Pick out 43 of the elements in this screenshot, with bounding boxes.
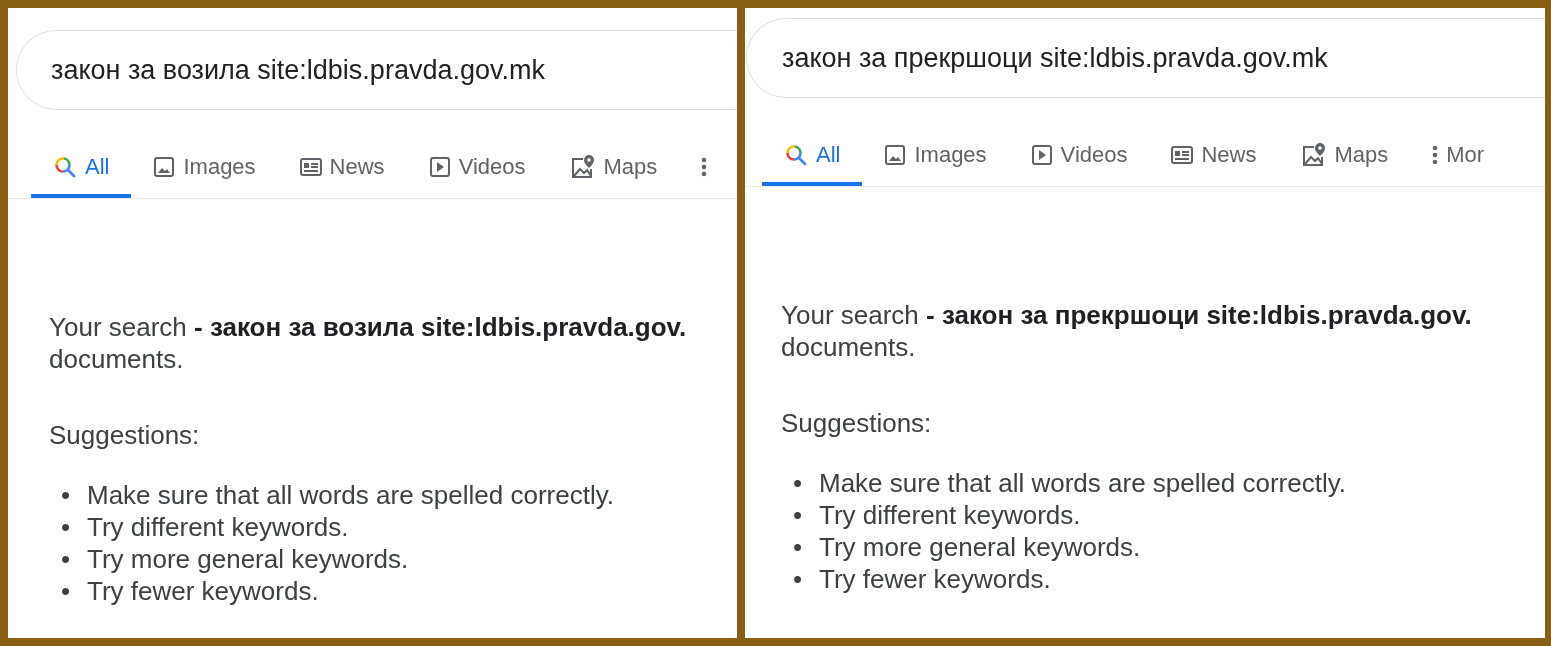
search-icon [53, 155, 77, 179]
more-icon [701, 156, 708, 178]
suggestion: Try more general keywords. [819, 531, 1141, 563]
image-icon [153, 156, 176, 178]
tab[interactable]: Maps [1278, 128, 1411, 186]
suggestion: Make sure that all words are spelled correctly. [87, 479, 614, 511]
tab[interactable]: Mor [1410, 128, 1507, 186]
play-icon [428, 156, 451, 178]
suggestion: Try more general keywords. [87, 543, 409, 575]
newspaper-icon [299, 157, 322, 177]
tab[interactable]: All [762, 128, 863, 186]
search-icon [784, 143, 808, 167]
no-results-message: Your search - закон за возила site:ldbis.pravda.gov. documents. [49, 311, 688, 375]
suggestion: Try different keywords. [87, 511, 349, 543]
bullet: • [793, 563, 804, 595]
suggestion: Try fewer keywords. [819, 563, 1051, 595]
image-icon [884, 144, 907, 166]
bullet: • [793, 467, 804, 499]
suggestions-heading: Suggestions: [781, 407, 933, 439]
no-results-message: Your search - закон за прекршоци site:ldbis.pravda.gov. documents. [781, 299, 1473, 363]
map-pin-icon [1300, 142, 1327, 168]
tab[interactable]: Images [131, 140, 278, 198]
tab[interactable]: Videos [1008, 128, 1150, 186]
play-icon [1030, 144, 1053, 166]
bullet: • [61, 511, 72, 543]
bullet: • [61, 575, 72, 607]
bullet: • [793, 499, 804, 531]
bullet: • [61, 479, 72, 511]
tab[interactable]: News [1149, 128, 1279, 186]
tab[interactable]: Images [862, 128, 1009, 186]
tab[interactable]: All [31, 140, 132, 198]
map-pin-icon [569, 154, 596, 180]
suggestion: Make sure that all words are spelled correctly. [819, 467, 1346, 499]
suggestion: Try fewer keywords. [87, 575, 319, 607]
newspaper-icon [1171, 145, 1194, 165]
suggestions-heading: Suggestions: [49, 419, 201, 451]
bullet: • [793, 531, 804, 563]
tab[interactable]: Maps [547, 140, 680, 198]
tab[interactable]: News [277, 140, 407, 198]
suggestion: Try different keywords. [819, 499, 1081, 531]
more-icon [1432, 144, 1439, 166]
tab[interactable]: Videos [406, 140, 548, 198]
bullet: • [61, 543, 72, 575]
